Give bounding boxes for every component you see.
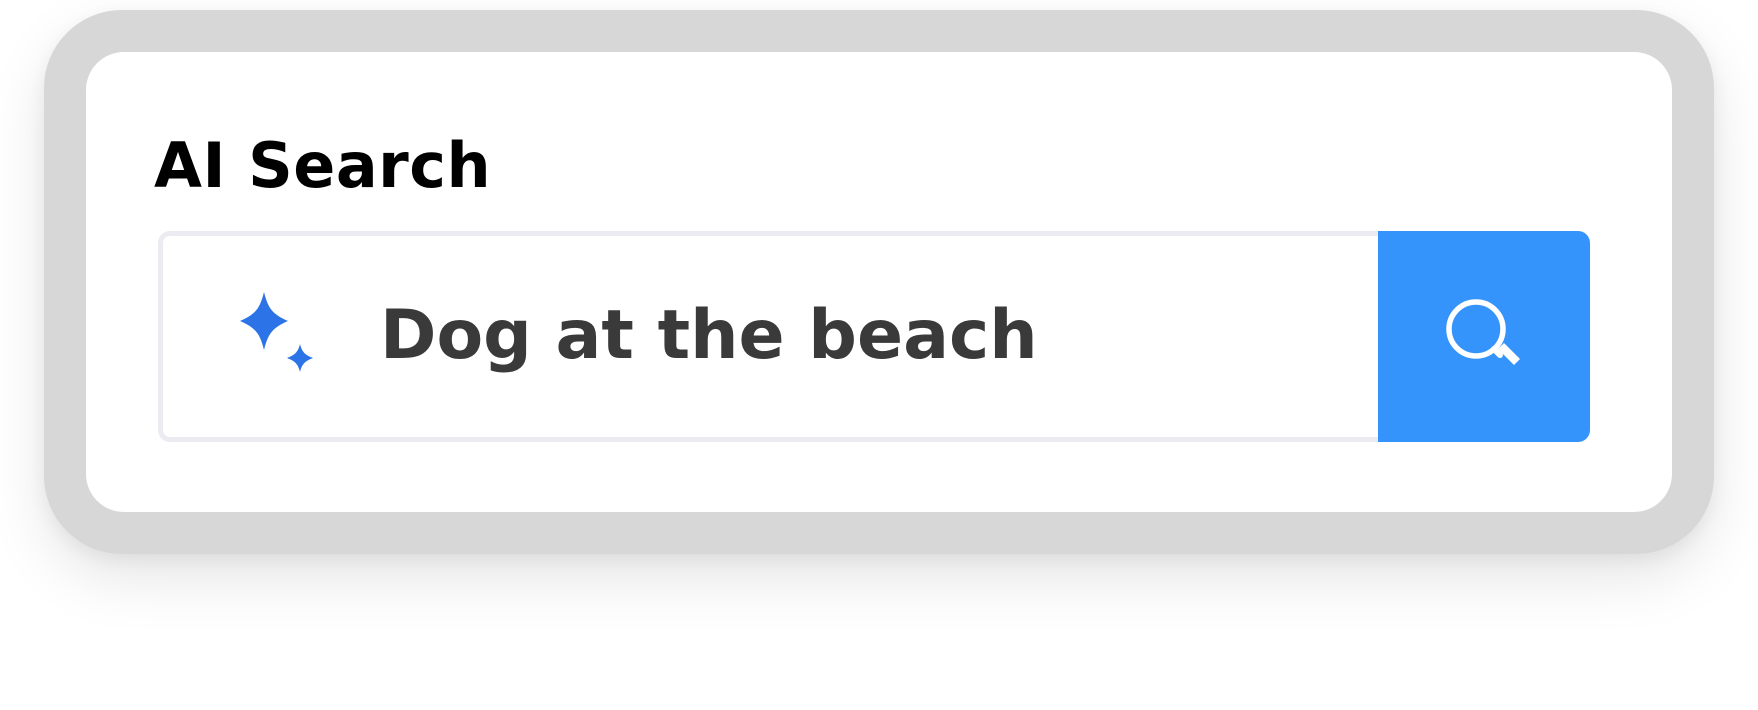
search-query-text[interactable]: Dog at the beach bbox=[380, 296, 1038, 376]
widget-title: AI Search bbox=[154, 129, 492, 202]
sparkle-icon bbox=[228, 288, 324, 384]
search-button[interactable] bbox=[1378, 231, 1590, 442]
stage: AI Search Dog at the beach bbox=[0, 0, 1758, 710]
magnifier-icon bbox=[1446, 299, 1520, 365]
